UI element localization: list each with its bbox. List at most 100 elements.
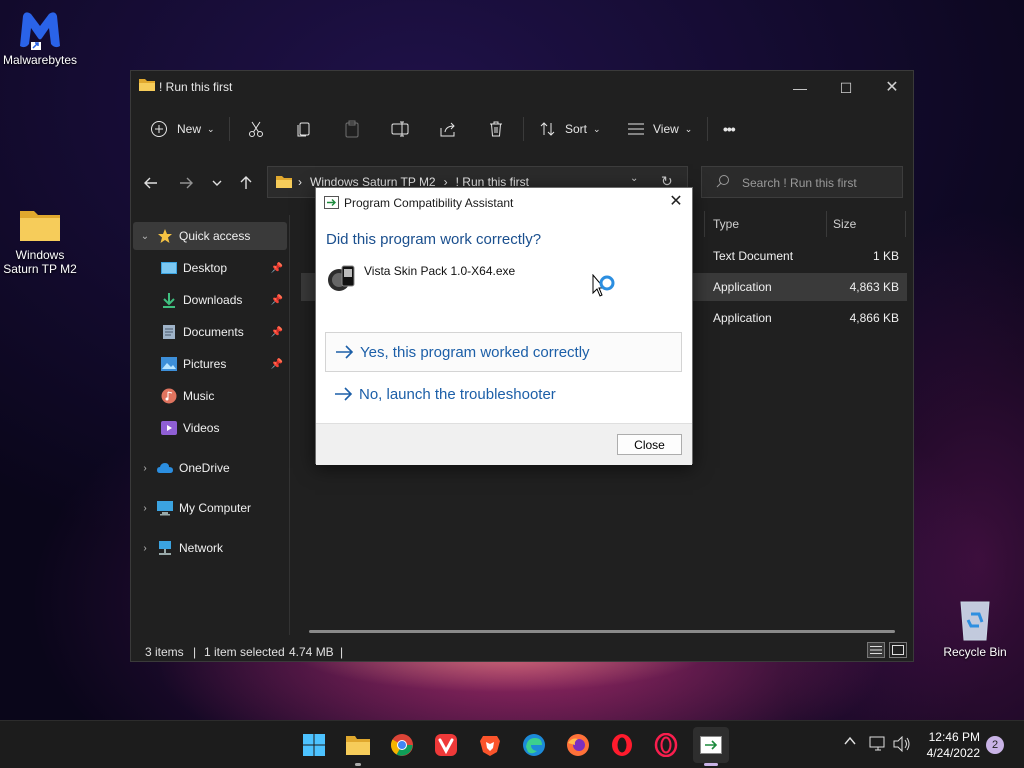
tiles-view-icon: [892, 645, 904, 655]
taskbar-file-explorer[interactable]: [343, 730, 373, 766]
folder-icon: [346, 736, 370, 755]
taskbar-opera[interactable]: [607, 730, 637, 760]
network-status-icon[interactable]: [869, 736, 887, 757]
taskbar-edge[interactable]: [519, 730, 549, 760]
maximize-button[interactable]: ☐: [835, 77, 857, 99]
start-button[interactable]: [299, 730, 329, 760]
music-icon: [161, 388, 177, 404]
system-clock[interactable]: 12:46 PM 4/24/2022: [927, 729, 980, 761]
tiles-view-toggle[interactable]: [889, 642, 907, 658]
taskbar-brave[interactable]: [475, 730, 505, 760]
firefox-icon: [567, 734, 589, 756]
trash-icon: [490, 121, 502, 137]
taskbar-opera-gx[interactable]: [651, 730, 681, 760]
dialog-question: Did this program work correctly?: [326, 231, 542, 248]
dialog-close-button[interactable]: ✕: [666, 192, 686, 212]
view-label: View: [653, 122, 679, 136]
pin-icon: 📌: [270, 358, 283, 370]
rename-button[interactable]: [391, 111, 409, 147]
file-type: Text Document: [713, 249, 794, 263]
nav-desktop[interactable]: Desktop 📌: [157, 254, 287, 282]
search-box[interactable]: Search ! Run this first: [701, 166, 903, 198]
nav-my-computer[interactable]: › My Computer: [133, 494, 287, 522]
nav-documents[interactable]: Documents 📌: [157, 318, 287, 346]
nav-videos[interactable]: Videos: [157, 414, 287, 442]
cut-button[interactable]: [247, 111, 265, 147]
show-hidden-icons-button[interactable]: [843, 734, 857, 753]
desktop-icon-malwarebytes[interactable]: Malwarebytes: [0, 8, 80, 67]
taskbar-program-compatibility[interactable]: [693, 727, 729, 766]
option-label: Yes, this program worked correctly: [360, 343, 590, 361]
column-header-type[interactable]: Type: [713, 217, 739, 231]
paste-button[interactable]: [343, 111, 361, 147]
notification-badge[interactable]: 2: [986, 736, 1004, 754]
sort-button[interactable]: Sort ⌄: [539, 111, 601, 147]
option-worked-correctly[interactable]: Yes, this program worked correctly: [325, 332, 682, 372]
desktop-icon-label: Windows Saturn TP M2: [3, 248, 77, 276]
rename-icon: [391, 121, 409, 137]
folder-icon: [276, 176, 292, 188]
delete-button[interactable]: [487, 111, 505, 147]
file-size: 4,866 KB: [849, 311, 899, 325]
taskbar-vivaldi[interactable]: [431, 730, 461, 760]
plus-circle-icon: [149, 119, 169, 139]
back-button[interactable]: [139, 171, 163, 195]
column-divider[interactable]: [826, 211, 827, 237]
nav-onedrive[interactable]: › OneDrive: [133, 454, 287, 482]
horizontal-scrollbar[interactable]: [309, 630, 895, 633]
title-bar[interactable]: ! Run this first — ☐ ✕: [131, 71, 913, 103]
sort-label: Sort: [565, 122, 588, 136]
chevron-down-icon: [212, 180, 222, 186]
nav-music[interactable]: Music: [157, 382, 287, 410]
taskbar-chrome[interactable]: [387, 730, 417, 760]
brave-icon: [480, 736, 500, 756]
close-window-button[interactable]: ✕: [881, 77, 903, 99]
pane-divider[interactable]: [289, 215, 290, 635]
desktop-icon-windows-saturn[interactable]: Windows Saturn TP M2: [0, 205, 80, 276]
column-divider[interactable]: [704, 211, 705, 237]
more-icon: •••: [723, 121, 736, 137]
volume-icon[interactable]: [893, 735, 911, 757]
nav-quick-access[interactable]: ⌄ Quick access: [133, 222, 287, 250]
share-button[interactable]: [439, 111, 457, 147]
nav-label: Videos: [183, 421, 220, 435]
close-button[interactable]: Close: [617, 434, 682, 455]
address-dropdown-icon[interactable]: ⌄: [630, 173, 638, 184]
details-view-toggle[interactable]: [867, 642, 885, 658]
app-launch-icon: [324, 196, 339, 209]
desktop-icon: [161, 260, 177, 276]
nav-pictures[interactable]: Pictures 📌: [157, 350, 287, 378]
edge-icon: [523, 734, 545, 756]
recent-locations-button[interactable]: [205, 171, 229, 195]
option-launch-troubleshooter[interactable]: No, launch the troubleshooter: [325, 374, 682, 414]
chevron-down-icon: ⌄: [684, 123, 693, 134]
up-button[interactable]: [234, 171, 258, 195]
cloud-icon: [157, 460, 173, 476]
copy-button[interactable]: [295, 111, 313, 147]
nav-downloads[interactable]: Downloads 📌: [157, 286, 287, 314]
status-separator: |: [193, 645, 197, 659]
toolbar-divider: [523, 117, 524, 141]
minimize-button[interactable]: —: [789, 77, 811, 99]
item-count: 3 items: [145, 645, 184, 659]
column-header-size[interactable]: Size: [833, 217, 856, 231]
taskbar-firefox[interactable]: [563, 730, 593, 760]
more-options-button[interactable]: •••: [723, 111, 736, 147]
running-indicator: [355, 763, 361, 766]
forward-button[interactable]: [174, 171, 198, 195]
clock-time: 12:46 PM: [928, 730, 980, 744]
nav-network[interactable]: › Network: [133, 534, 287, 562]
document-icon: [161, 324, 177, 340]
nav-label: Desktop: [183, 261, 228, 275]
column-divider[interactable]: [905, 211, 906, 237]
desktop-icon-recycle-bin[interactable]: Recycle Bin: [935, 596, 1015, 659]
toolbar-divider: [707, 117, 708, 141]
program-compatibility-dialog: Program Compatibility Assistant ✕ Did th…: [315, 187, 693, 465]
paste-icon: [345, 120, 359, 138]
view-button[interactable]: View ⌄: [627, 111, 692, 147]
breadcrumb-separator: ›: [298, 175, 302, 189]
desktop-icon-label: Malwarebytes: [2, 53, 78, 67]
opera-gx-icon: [654, 733, 678, 757]
pin-icon: 📌: [270, 262, 283, 274]
new-button[interactable]: New ⌄: [149, 111, 215, 147]
